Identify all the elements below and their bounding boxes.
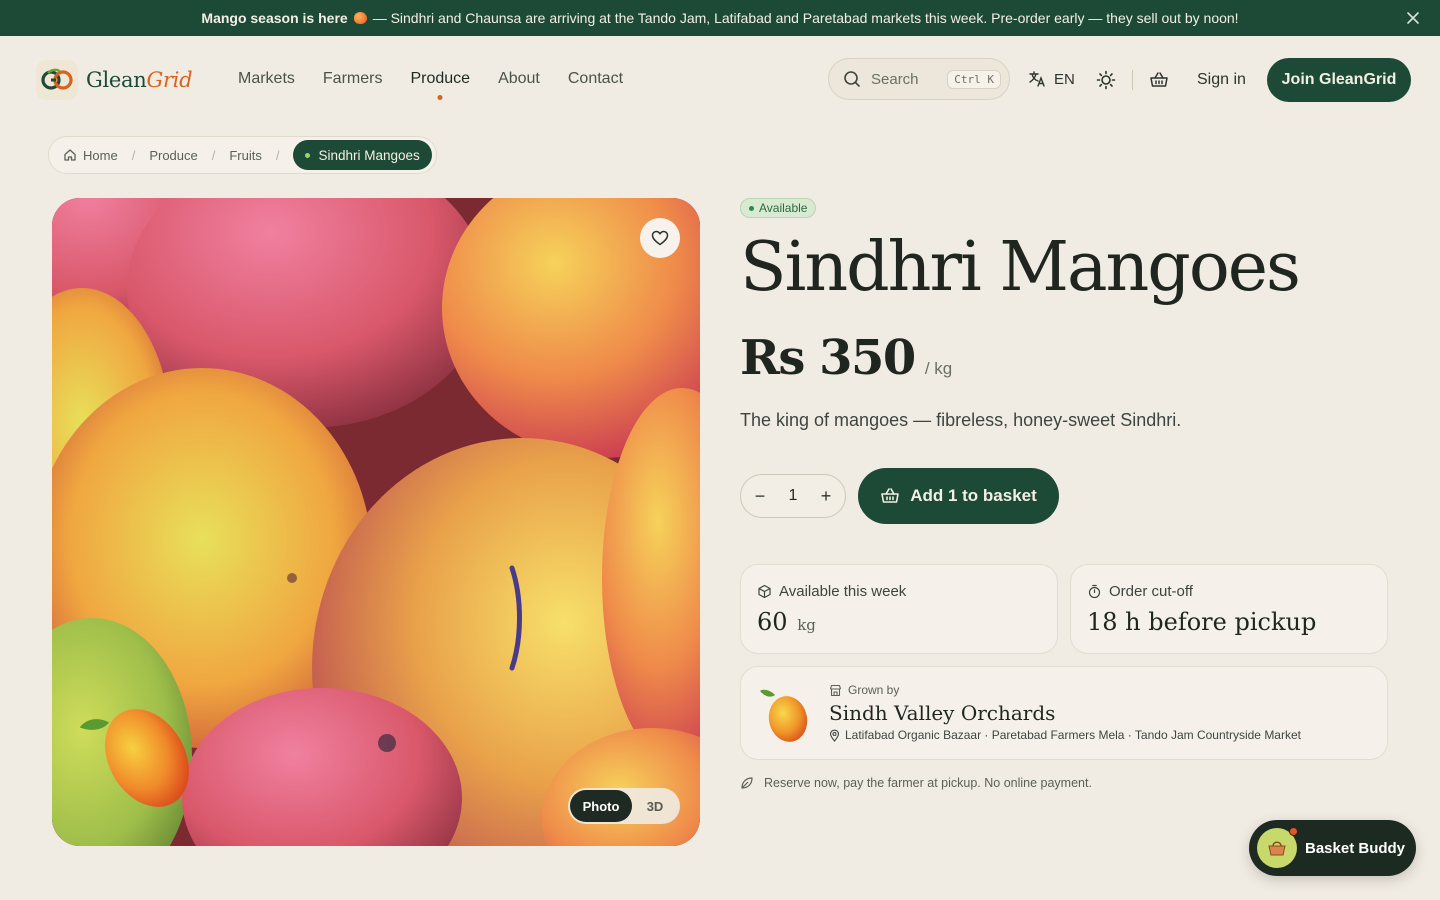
language-label: EN xyxy=(1054,70,1075,88)
grown-by-label: Grown by xyxy=(848,683,900,697)
availability-unit: kg xyxy=(797,616,816,634)
increase-button[interactable]: + xyxy=(819,486,833,507)
header-divider xyxy=(1132,70,1133,90)
timer-icon xyxy=(1088,584,1101,599)
basket-buddy-button[interactable]: Basket Buddy xyxy=(1249,820,1416,876)
notification-dot xyxy=(1289,827,1298,836)
brand-name: GleanGrid xyxy=(86,68,193,92)
add-to-basket-button[interactable]: Add 1 to basket xyxy=(858,468,1059,524)
availability-label: Available this week xyxy=(779,583,907,600)
availability-card: Available this week 60 kg xyxy=(740,564,1058,654)
translate-icon xyxy=(1029,71,1045,87)
farmer-card[interactable]: Grown by Sindh Valley Orchards Latifabad… xyxy=(740,666,1388,760)
close-icon[interactable] xyxy=(1404,9,1422,27)
nav-contact[interactable]: Contact xyxy=(568,70,623,88)
heart-icon xyxy=(651,230,669,246)
price-amount: Rs 350 xyxy=(740,330,916,386)
site-header: GleanGrid Markets Farmers Produce About … xyxy=(0,36,1440,124)
cutoff-card: Order cut-off 18 h before pickup xyxy=(1070,564,1388,654)
cutoff-label: Order cut-off xyxy=(1109,583,1193,600)
farmer-name: Sindh Valley Orchards xyxy=(829,701,1056,725)
payment-note: Reserve now, pay the farmer at pickup. N… xyxy=(740,776,1092,790)
quantity-stepper: − 1 + xyxy=(740,474,846,518)
basket-buddy-label: Basket Buddy xyxy=(1305,839,1406,857)
status-badge: Available xyxy=(740,198,817,218)
nav-markets[interactable]: Markets xyxy=(238,70,295,88)
nav-about[interactable]: About xyxy=(498,70,540,88)
add-to-basket-label: Add 1 to basket xyxy=(910,486,1037,505)
leaf-icon xyxy=(741,777,753,789)
sun-icon[interactable] xyxy=(1096,70,1116,90)
basket-icon xyxy=(1268,841,1286,856)
sign-in-link[interactable]: Sign in xyxy=(1197,71,1246,89)
price-unit: / kg xyxy=(924,359,953,378)
mango-icon xyxy=(353,12,367,24)
mango-icon xyxy=(760,689,808,742)
breadcrumb-home[interactable]: Home xyxy=(63,148,118,163)
availability-value: 60 xyxy=(757,608,788,636)
storefront-icon xyxy=(829,684,842,696)
breadcrumb-produce[interactable]: Produce xyxy=(149,148,197,163)
product-photo xyxy=(52,198,700,846)
location-pin-icon xyxy=(829,729,840,742)
basket-icon[interactable] xyxy=(1149,70,1169,90)
nav-produce[interactable]: Produce xyxy=(410,70,470,88)
join-button[interactable]: Join GleanGrid xyxy=(1267,58,1411,102)
box-icon xyxy=(758,584,771,599)
brand-logo[interactable]: GleanGrid xyxy=(36,60,193,100)
cutoff-value: 18 h before pickup xyxy=(1087,608,1317,636)
logo-mark-icon xyxy=(36,60,78,100)
view-3d-option[interactable]: 3D xyxy=(632,790,678,822)
search-icon xyxy=(844,71,860,87)
favorite-button[interactable] xyxy=(640,218,680,258)
breadcrumb-separator: / xyxy=(275,147,280,163)
quantity-value: 1 xyxy=(788,487,798,504)
view-photo-option[interactable]: Photo xyxy=(570,790,632,822)
breadcrumb-current: Sindhri Mangoes xyxy=(293,140,432,170)
search-placeholder: Search xyxy=(871,70,919,88)
breadcrumb: Home / Produce / Fruits / Sindhri Mangoe… xyxy=(48,136,437,174)
language-switcher[interactable]: EN xyxy=(1028,70,1075,88)
farmer-markets: Latifabad Organic Bazaar · Paretabad Far… xyxy=(845,728,1301,742)
basket-icon xyxy=(881,488,900,503)
payment-note-text: Reserve now, pay the farmer at pickup. N… xyxy=(764,776,1092,790)
product-description: The king of mangoes — fibreless, honey-s… xyxy=(740,410,1182,430)
breadcrumb-separator: / xyxy=(131,147,136,163)
announcement-lead: Mango season is here xyxy=(201,10,348,26)
decrease-button[interactable]: − xyxy=(753,486,767,507)
home-icon xyxy=(64,149,76,161)
product-price: Rs 350 / kg xyxy=(740,330,952,386)
nav-farmers[interactable]: Farmers xyxy=(323,70,383,88)
search-input[interactable]: Search Ctrl K xyxy=(828,58,1010,100)
main-nav: Markets Farmers Produce About Contact xyxy=(238,70,623,88)
breadcrumb-separator: / xyxy=(211,147,216,163)
view-toggle: Photo 3D xyxy=(568,788,680,824)
announcement-text: — Sindhri and Chaunsa are arriving at th… xyxy=(372,10,1239,26)
breadcrumb-fruits[interactable]: Fruits xyxy=(229,148,262,163)
announcement-bar: Mango season is here — Sindhri and Chaun… xyxy=(0,0,1440,36)
product-title: Sindhri Mangoes xyxy=(740,228,1301,307)
search-shortcut: Ctrl K xyxy=(947,69,1001,89)
basket-buddy-avatar xyxy=(1257,827,1298,868)
